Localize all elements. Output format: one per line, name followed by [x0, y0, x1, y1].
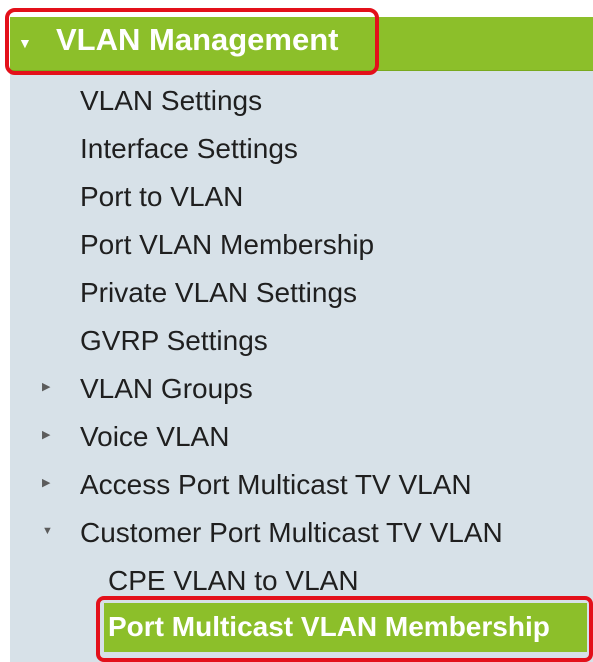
nav-item-vlan-groups[interactable]: VLAN Groups [80, 372, 253, 406]
sub-item-port-multicast-vlan-membership[interactable]: Port Multicast VLAN Membership [108, 610, 550, 644]
triangle-right-icon[interactable]: ▶ [42, 430, 50, 441]
nav-item-customer-port-multicast-tv-vlan[interactable]: Customer Port Multicast TV VLAN [80, 516, 503, 550]
vlan-management-title[interactable]: VLAN Management [56, 21, 338, 58]
nav-item-gvrp-settings[interactable]: GVRP Settings [80, 324, 268, 358]
nav-item-port-vlan-membership[interactable]: Port VLAN Membership [80, 228, 374, 262]
triangle-right-icon[interactable]: ▶ [42, 478, 50, 489]
nav-item-port-to-vlan[interactable]: Port to VLAN [80, 180, 243, 214]
nav-item-voice-vlan[interactable]: Voice VLAN [80, 420, 229, 454]
nav-item-private-vlan-settings[interactable]: Private VLAN Settings [80, 276, 357, 310]
triangle-right-icon[interactable]: ▶ [42, 382, 50, 393]
nav-item-access-port-multicast-tv-vlan[interactable]: Access Port Multicast TV VLAN [80, 468, 472, 502]
nav-item-interface-settings[interactable]: Interface Settings [80, 132, 298, 166]
triangle-down-icon[interactable]: ▼ [18, 36, 32, 50]
sub-item-cpe-vlan-to-vlan[interactable]: CPE VLAN to VLAN [108, 564, 359, 598]
triangle-down-icon[interactable]: ▼ [42, 526, 53, 537]
nav-item-vlan-settings[interactable]: VLAN Settings [80, 84, 262, 118]
